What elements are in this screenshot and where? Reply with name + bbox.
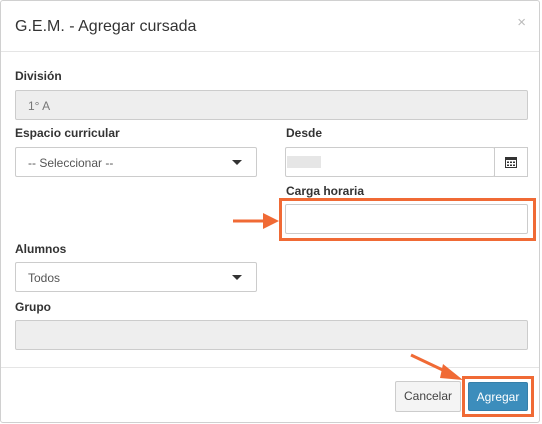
grupo-field [15, 320, 528, 350]
calendar-icon [505, 157, 517, 168]
desde-label: Desde [286, 126, 323, 140]
grupo-label: Grupo [15, 300, 51, 314]
division-value: 1° A [28, 99, 51, 113]
carga-horaria-input[interactable] [285, 204, 528, 234]
espacio-curricular-selected: -- Seleccionar -- [28, 156, 114, 170]
arrow-icon [233, 213, 279, 229]
chevron-down-icon [232, 275, 242, 280]
division-label: División [15, 69, 62, 83]
modal-dialog: G.E.M. - Agregar cursada × División 1° A… [0, 0, 540, 423]
chevron-down-icon [232, 160, 242, 165]
division-field: 1° A [15, 90, 528, 120]
desde-date-input[interactable] [285, 147, 495, 177]
cancel-button[interactable]: Cancelar [395, 381, 461, 412]
modal-title: G.E.M. - Agregar cursada [15, 18, 197, 35]
alumnos-selected: Todos [28, 271, 61, 285]
alumnos-select[interactable]: Todos [15, 262, 257, 292]
modal-header: G.E.M. - Agregar cursada × [1, 1, 539, 52]
carga-horaria-label: Carga horaria [286, 184, 365, 198]
espacio-curricular-label: Espacio curricular [15, 126, 120, 140]
add-button[interactable]: Agregar [468, 382, 528, 411]
alumnos-label: Alumnos [15, 242, 67, 256]
calendar-button[interactable] [494, 147, 528, 177]
close-icon[interactable]: × [517, 14, 526, 31]
redacted-date-value [287, 156, 321, 168]
espacio-curricular-select[interactable]: -- Seleccionar -- [15, 147, 257, 177]
arrow-icon [410, 353, 463, 380]
